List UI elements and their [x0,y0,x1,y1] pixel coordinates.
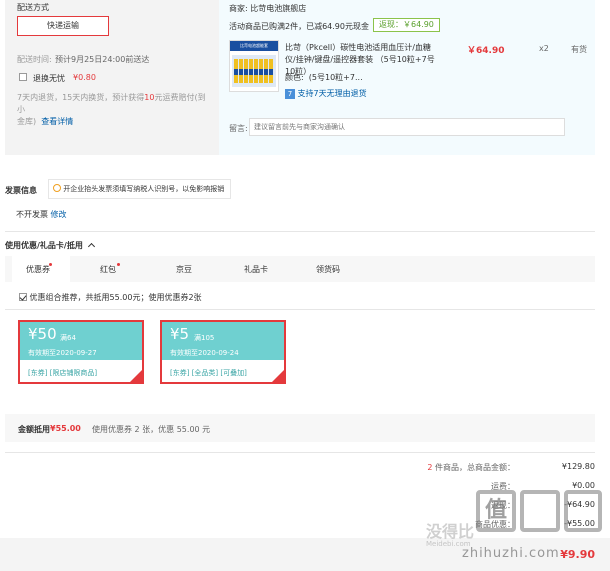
coupon-expiry: 有效期至2020-09-24 [170,349,239,357]
coupon-threshold: 满64 [60,334,76,342]
coupon-tag: [东券] [28,369,48,377]
product-price: ￥64.90 [467,46,505,56]
coupon-card[interactable]: ¥50 满64 有效期至2020-09-27 [东券] [限店铺限商品] [18,320,144,384]
worry-free-checkbox[interactable] [19,73,27,81]
lightbulb-icon [53,184,61,192]
rebate-badge: 返现：￥64.90 [373,18,440,32]
worry-free-desc: 7天内退货，15天内换货，预计获得10元运费赔付(到小 金库) 查看详情 [17,92,207,128]
discount-summary-label: 金额抵用 [18,425,50,434]
coupon-tags: [东券] [限店铺限商品] [28,368,97,378]
combo-text: 优惠组合推荐，共抵用55.00元；使用优惠券2张 [29,293,202,302]
invoice-value: 不开发票 [16,210,48,219]
combo-row: 优惠组合推荐，共抵用55.00元；使用优惠券2张 [19,292,202,303]
merchant-label: 商家: [229,4,248,13]
worry-free-label: 退换无忧 [33,74,65,83]
promo-text: 活动商品已购满2件，已减64.90元现金 [229,22,369,31]
invoice-title: 发票信息 [5,186,37,195]
tab-coupon[interactable]: 优惠券 [26,264,50,275]
coupon-tag: [可叠加] [220,369,247,377]
coupon-amount: ¥5 [170,325,190,343]
invoice-tip-text: 开企业抬头发票须填写纳税人识别号，以免影响报销 [63,185,225,193]
divider [5,452,595,453]
invoice-edit-link[interactable]: 修改 [51,210,67,219]
watermark-logo-box [520,490,560,532]
tab-jingdou[interactable]: 京豆 [176,264,192,275]
return-policy-icon: 7 [285,89,295,99]
watermark-text: 没得比 [426,522,475,541]
watermark-url: zhihuzhi.com [462,546,560,561]
check-icon [19,293,27,301]
discount-tab-bar [5,256,595,282]
coupon-header: ¥50 满64 有效期至2020-09-27 [20,322,142,360]
coupon-selected-corner [130,370,142,382]
coupon-tag: [限店铺限商品] [49,369,98,377]
goods-count: 2 [427,463,433,472]
tab-gift-card[interactable]: 礼品卡 [244,264,268,275]
chevron-up-icon [87,242,95,251]
coupon-amount: ¥50 [28,325,57,343]
discount-title: 使用优惠/礼品卡/抵用 [5,241,83,250]
product-color-row: 颜色: (5号10粒+7... [285,72,363,83]
coupon-selected-corner [272,370,284,382]
tab-coupon-dot [49,263,52,266]
merchant-name[interactable]: 比苛电池旗舰店 [250,4,306,13]
tab-pickup-code[interactable]: 领货码 [316,264,340,275]
worry-free-detail-link[interactable]: 查看详情 [41,117,73,126]
note-input[interactable] [249,118,565,136]
coupon-header: ¥5 满105 有效期至2020-09-24 [162,322,284,360]
battery-pack-graphic [232,55,276,87]
invoice-value-row: 不开发票 修改 [16,209,67,220]
order-block: 配送方式 快递运输 配送时间: 预计9月25日24:00前送达 退换无忧 ¥0.… [5,0,595,155]
delivery-time-value: 预计9月25日24:00前送达 [55,55,150,64]
coupon-expiry: 有效期至2020-09-27 [28,349,97,357]
goods-total: ¥129.80 [561,462,595,471]
goods-count-row: 2 件商品，总商品金额： [427,462,515,473]
tab-red-packet-dot [117,263,120,266]
delivery-column: 配送方式 快递运输 配送时间: 预计9月25日24:00前送达 退换无忧 ¥0.… [5,0,211,155]
watermark-logo: 值 [476,490,516,532]
divider [5,231,595,232]
tab-red-packet[interactable]: 红包 [100,264,116,275]
discount-section-toggle[interactable]: 使用优惠/礼品卡/抵用 [5,240,95,251]
worry-free-desc-3: 金库) [17,117,37,126]
shipping-value: ¥0.00 [572,481,595,490]
invoice-tip: 开企业抬头发票须填写纳税人识别号，以免影响报销 [48,179,232,199]
discount-summary-amount: ¥55.00 [50,424,81,433]
goods-count-label: 件商品，总商品金额： [435,463,515,472]
express-delivery-button[interactable]: 快递运输 [17,16,109,36]
product-stock: 有货 [571,45,587,54]
return-policy-link[interactable]: 支持7天无理由退货 [298,89,367,98]
discount-summary-detail: 使用优惠券 2 张，优惠 55.00 元 [92,425,211,434]
return-policy-row: 7 支持7天无理由退货 [285,88,367,99]
divider [5,309,595,310]
worry-free-price: ¥0.80 [73,73,96,82]
coupon-tag: [东券] [170,369,190,377]
coupon-tag: [全品类] [191,369,219,377]
shop-column: 商家: 比苛电池旗舰店 活动商品已购满2件，已减64.90元现金 返现：￥64.… [219,0,595,155]
worry-free-desc-num: 10 [144,93,155,102]
product-quantity: x2 [539,44,549,53]
delivery-time-label: 配送时间: [17,55,52,64]
coupon-threshold: 满105 [194,334,215,342]
combo-checkbox[interactable] [19,293,27,301]
amount-due: ¥9.90 [560,548,595,561]
worry-free-desc-1: 7天内退货，15天内换货，预计获得 [17,93,145,102]
coupon-tags: [东券] [全品类] [可叠加] [170,368,247,378]
product-image-banner: 比苛电池超能套 [230,41,278,51]
merchant-row: 商家: 比苛电池旗舰店 [229,3,306,14]
coupon-card[interactable]: ¥5 满105 有效期至2020-09-24 [东券] [全品类] [可叠加] [160,320,286,384]
note-label: 留言: [229,124,248,133]
product-color-label: 颜色: [285,73,304,82]
product-image[interactable]: 比苛电池超能套 [229,40,279,92]
product-color-value: (5号10粒+7... [308,73,363,82]
delivery-section-title: 配送方式 [17,3,49,12]
watermark-logo-box [564,490,602,532]
